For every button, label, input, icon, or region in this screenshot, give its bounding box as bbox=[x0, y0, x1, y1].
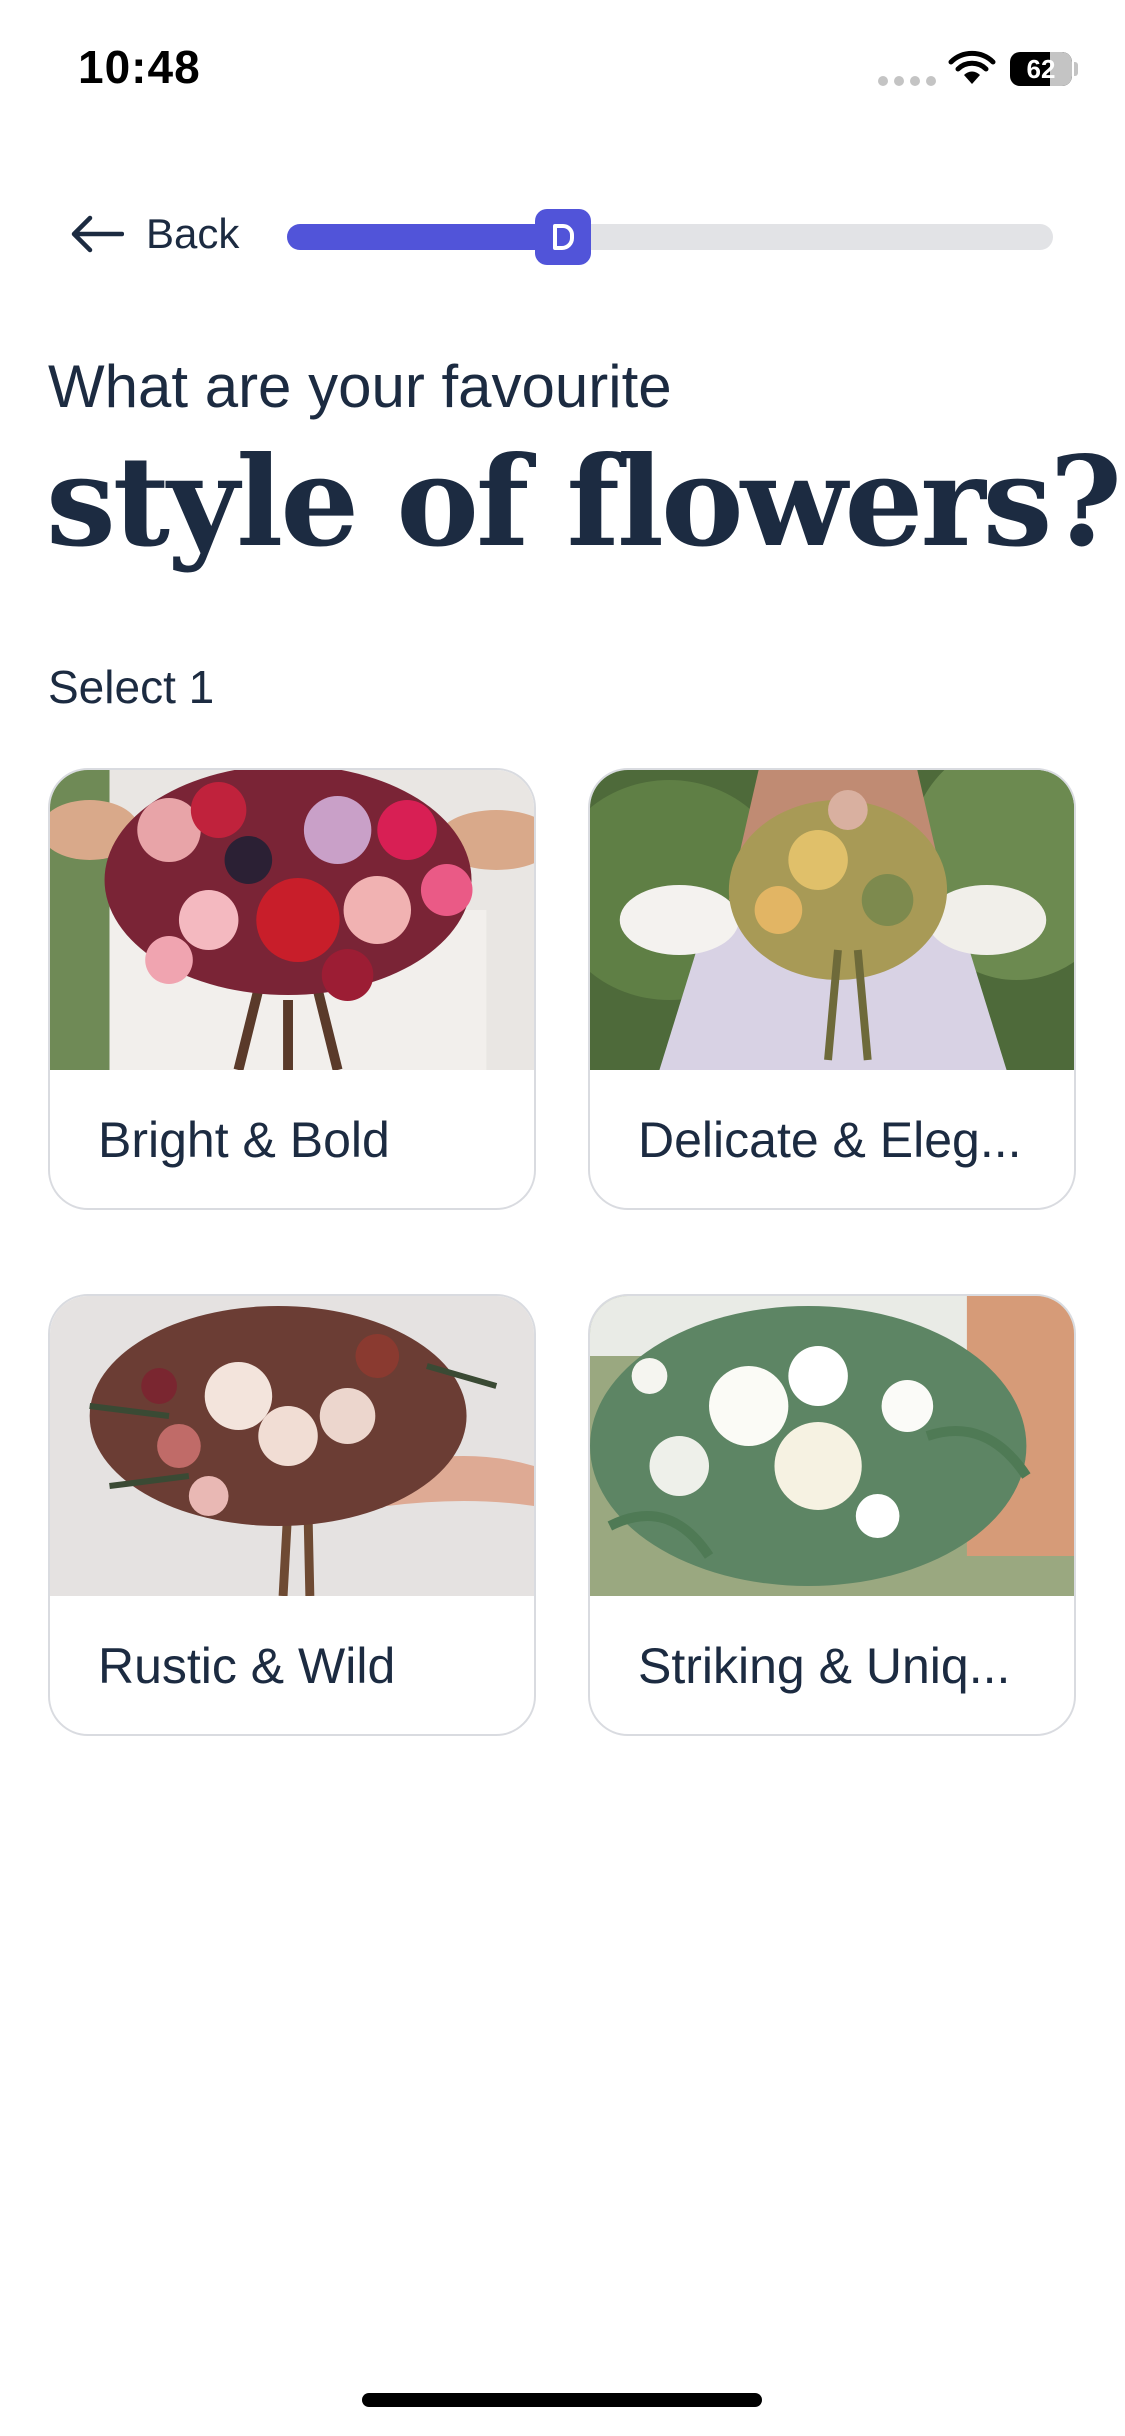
back-label: Back bbox=[146, 210, 240, 257]
question-title: style of flowers? bbox=[46, 430, 1122, 575]
option-card-delicate-elegant[interactable]: Delicate & Eleg... bbox=[588, 768, 1076, 1210]
options-grid: Bright & Bold Delicate & Eleg... Rustic … bbox=[48, 768, 1076, 1736]
heart-icon bbox=[553, 224, 574, 250]
battery-icon: 62 bbox=[1010, 52, 1072, 86]
option-card-bright-bold[interactable]: Bright & Bold bbox=[48, 768, 536, 1210]
battery-tip bbox=[1074, 62, 1078, 76]
status-time: 10:48 bbox=[78, 41, 201, 93]
progress-fill bbox=[287, 224, 563, 250]
arrow-left-icon bbox=[71, 215, 124, 253]
option-label: Striking & Uniq... bbox=[638, 1638, 1011, 1694]
white-green-bouquet-photo bbox=[590, 1296, 1074, 1596]
battery-level: 62 bbox=[1026, 54, 1056, 84]
progress-thumb bbox=[535, 209, 591, 265]
option-card-rustic-wild[interactable]: Rustic & Wild bbox=[48, 1294, 536, 1736]
back-button[interactable]: Back bbox=[68, 204, 239, 264]
home-indicator[interactable] bbox=[362, 2393, 762, 2407]
dried-pampas-bouquet-photo bbox=[590, 770, 1074, 1070]
burgundy-rustic-bouquet-photo bbox=[50, 1296, 534, 1596]
progress-bar bbox=[287, 209, 1053, 265]
selection-hint: Select 1 bbox=[48, 661, 215, 713]
wifi-icon bbox=[948, 50, 996, 84]
question-subtitle: What are your favourite bbox=[48, 353, 672, 420]
option-label: Delicate & Eleg... bbox=[638, 1112, 1022, 1168]
status-bar: 10:48 62 bbox=[0, 0, 1125, 140]
option-label: Bright & Bold bbox=[98, 1112, 390, 1168]
option-label: Rustic & Wild bbox=[98, 1638, 396, 1694]
option-card-striking-unique[interactable]: Striking & Uniq... bbox=[588, 1294, 1076, 1736]
cellular-signal-icon bbox=[878, 76, 936, 86]
red-pink-bouquet-photo bbox=[50, 770, 534, 1070]
